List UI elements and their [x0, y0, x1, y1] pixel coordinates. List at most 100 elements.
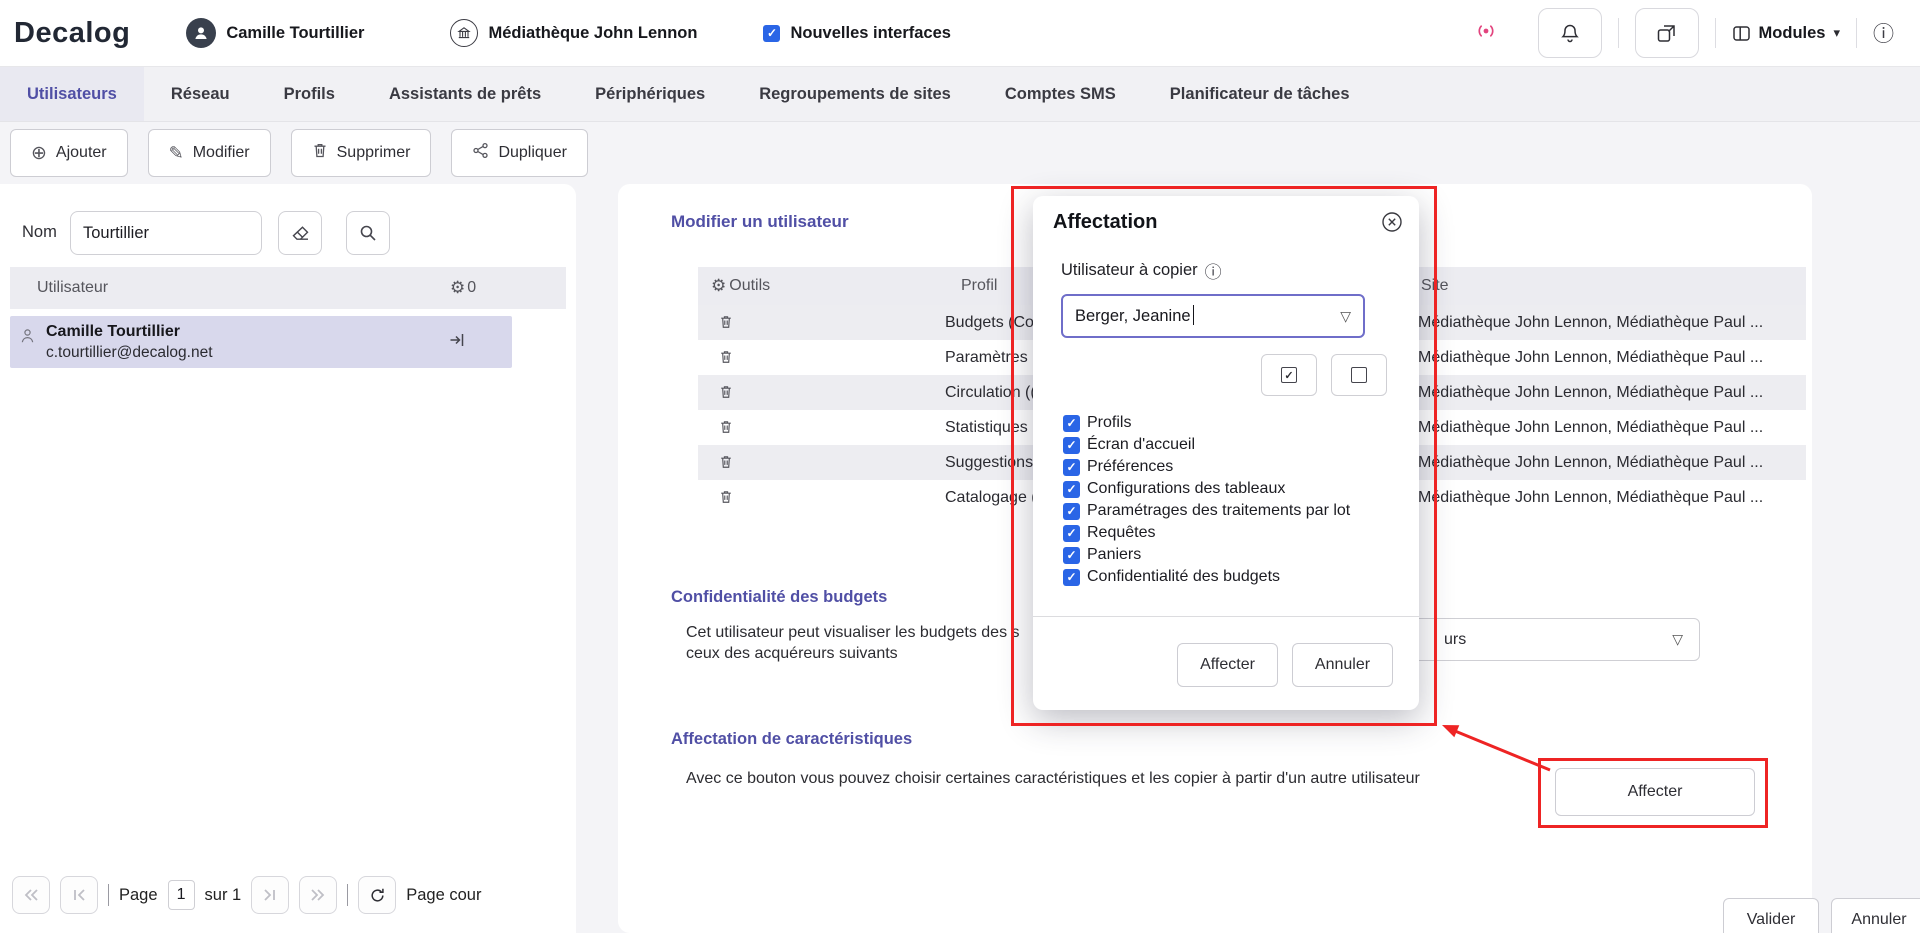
option-requetes[interactable]: ✓Requêtes [1063, 522, 1350, 544]
trash-icon[interactable] [719, 314, 733, 335]
last-page-button[interactable] [299, 876, 337, 914]
tab-utilisateurs[interactable]: Utilisateurs [0, 67, 144, 121]
copy-user-label: Utilisateur à copier ⓘ [1061, 258, 1222, 283]
option-confidentialite-des-budgets[interactable]: ✓Confidentialité des budgets [1063, 566, 1350, 588]
affectation-dialog: Affectation Utilisateur à copier ⓘ Berge… [1033, 196, 1419, 710]
current-user-name: Camille Tourtillier [226, 24, 364, 43]
screen: Decalog Camille Tourtillier Médiathèque … [0, 0, 1920, 933]
divider [1033, 616, 1419, 617]
user-list-item-selected[interactable]: Camille Tourtillier c.tourtillier@decalo… [10, 316, 512, 368]
pagination-bar: Page sur 1 Page cour [12, 876, 481, 914]
dialog-assign-button[interactable]: Affecter [1177, 643, 1278, 687]
tab-profils[interactable]: Profils [257, 67, 362, 121]
trash-icon [312, 142, 328, 164]
current-site: Médiathèque John Lennon [450, 19, 697, 47]
acquirers-dropdown-value: urs [1444, 619, 1466, 660]
edit-label: Modifier [193, 144, 250, 162]
tools-column-header: ⚙ Outils [711, 267, 770, 305]
assign-section-text: Avec ce bouton vous pouvez choisir certa… [686, 770, 1420, 788]
delete-label: Supprimer [337, 144, 411, 162]
uncheck-all-button[interactable] [1331, 354, 1387, 396]
person-icon [20, 328, 35, 349]
tab-regroupements-de-sites[interactable]: Regroupements de sites [732, 67, 978, 121]
chevron-down-icon: ▽ [1672, 631, 1683, 648]
trash-icon[interactable] [719, 349, 733, 370]
divider [1618, 18, 1619, 48]
option-configurations-des-tableaux[interactable]: ✓Configurations des tableaux [1063, 478, 1350, 500]
tab-peripheriques[interactable]: Périphériques [568, 67, 732, 121]
login-as-icon[interactable] [448, 331, 466, 354]
checkbox-checked-icon: ✓ [1281, 367, 1297, 383]
checkbox-empty-icon [1351, 367, 1367, 383]
refresh-button[interactable] [358, 876, 396, 914]
assign-button[interactable]: Affecter [1555, 768, 1755, 816]
trash-icon[interactable] [719, 384, 733, 405]
budget-section-text-line1: Cet utilisateur peut visualiser les budg… [686, 624, 1020, 642]
tab-comptes-sms[interactable]: Comptes SMS [978, 67, 1143, 121]
validate-button[interactable]: Valider [1723, 898, 1819, 933]
site-cell: Médiathèque John Lennon, Médiathèque Pau… [1418, 340, 1804, 375]
copy-user-combobox[interactable]: Berger, Jeanine ▽ [1061, 294, 1365, 338]
checkbox-checked-icon: ✓ [1063, 547, 1080, 564]
profile-cell: Paramètres ( [945, 340, 1037, 375]
duplicate-label: Dupliquer [498, 144, 566, 162]
next-page-button[interactable] [251, 876, 289, 914]
site-column-header: Site [1421, 267, 1449, 305]
first-page-button[interactable] [12, 876, 50, 914]
library-icon [450, 19, 478, 47]
cancel-button[interactable]: Annuler [1831, 898, 1920, 933]
modules-menu[interactable]: Modules ▾ [1732, 24, 1840, 43]
user-list-header: Utilisateur ⚙ 0 [10, 267, 566, 309]
search-button[interactable] [346, 211, 390, 255]
option-parametrages-traitements-par-lot[interactable]: ✓Paramétrages des traitements par lot [1063, 500, 1350, 522]
edit-button[interactable]: ✎ Modifier [148, 129, 271, 177]
close-icon[interactable] [1381, 211, 1403, 238]
checkbox-checked-icon: ✓ [1063, 569, 1080, 586]
notifications-button[interactable] [1538, 8, 1602, 58]
budget-section-text-line2: ceux des acquéreurs suivants [686, 645, 898, 663]
copy-user-label-text: Utilisateur à copier [1061, 261, 1198, 280]
site-cell: Médiathèque John Lennon, Médiathèque Pau… [1418, 445, 1804, 480]
dialog-cancel-button[interactable]: Annuler [1292, 643, 1393, 687]
option-preferences[interactable]: ✓Préférences [1063, 456, 1350, 478]
external-apps-button[interactable] [1635, 8, 1699, 58]
tab-assistants-de-prets[interactable]: Assistants de prêts [362, 67, 568, 121]
checkbox-checked-icon: ✓ [1063, 525, 1080, 542]
duplicate-icon [472, 142, 489, 164]
trash-icon[interactable] [719, 454, 733, 475]
pencil-icon: ✎ [169, 143, 184, 164]
divider [1715, 18, 1716, 48]
info-icon[interactable]: ⓘ [1873, 18, 1894, 48]
current-site-name: Médiathèque John Lennon [488, 24, 697, 43]
plus-circle-icon: ⊕ [31, 142, 47, 165]
tab-planificateur-de-taches[interactable]: Planificateur de tâches [1143, 67, 1377, 121]
profile-cell: Suggestions [945, 445, 1033, 480]
page-number-input[interactable] [168, 880, 195, 910]
trash-icon[interactable] [719, 419, 733, 440]
check-all-button[interactable]: ✓ [1261, 354, 1317, 396]
option-ecran-daccueil[interactable]: ✓Écran d'accueil [1063, 434, 1350, 456]
user-avatar [186, 18, 216, 48]
duplicate-button[interactable]: Dupliquer [451, 129, 587, 177]
dialog-actions: Affecter Annuler [1177, 643, 1393, 687]
previous-page-button[interactable] [60, 876, 98, 914]
option-paniers[interactable]: ✓Paniers [1063, 544, 1350, 566]
checkbox-checked-icon: ✓ [1063, 437, 1080, 454]
option-profils[interactable]: ✓Profils [1063, 412, 1350, 434]
actions-toolbar: ⊕ Ajouter ✎ Modifier Supprimer Dupliquer [10, 129, 588, 177]
new-interfaces-toggle[interactable]: ✓ Nouvelles interfaces [763, 24, 951, 43]
current-page-label: Page cour [406, 886, 481, 905]
profile-cell: Statistiques [945, 410, 1028, 445]
tab-reseau[interactable]: Réseau [144, 67, 257, 121]
user-list-panel: Nom Utilisateur ⚙ 0 Camille Tourtillier … [0, 184, 576, 933]
clear-filter-button[interactable] [278, 211, 322, 255]
copy-user-value: Berger, Jeanine [1075, 296, 1194, 336]
profile-cell: Budgets (Co [945, 305, 1034, 340]
delete-button[interactable]: Supprimer [291, 129, 432, 177]
checkbox-checked-icon: ✓ [1063, 481, 1080, 498]
trash-icon[interactable] [719, 489, 733, 510]
site-cell: Médiathèque John Lennon, Médiathèque Pau… [1418, 480, 1804, 515]
add-button[interactable]: ⊕ Ajouter [10, 129, 128, 177]
broadcast-indicator-icon [1476, 21, 1496, 46]
name-filter-input[interactable] [70, 211, 262, 255]
